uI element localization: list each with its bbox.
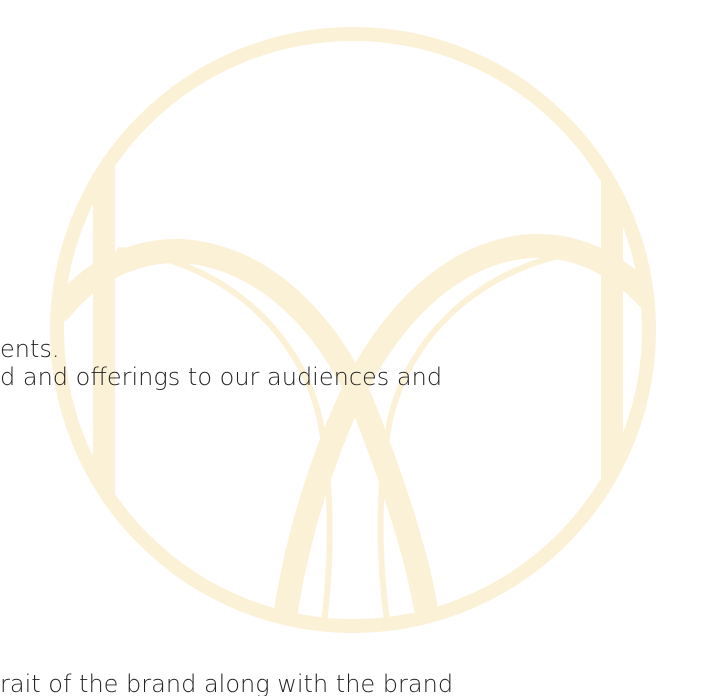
monogram-right-arch <box>270 233 649 626</box>
monogram-left-arch <box>57 239 442 626</box>
body-text-line: d and offerings to our audiences and <box>0 363 443 391</box>
document-page: ents. d and offerings to our audiences a… <box>0 0 701 696</box>
body-text-line: rait of the brand along with the brand <box>0 670 454 696</box>
monogram-m-circle-icon <box>50 27 656 633</box>
monogram-ring <box>50 27 656 633</box>
body-text-line: ents. <box>0 335 60 363</box>
